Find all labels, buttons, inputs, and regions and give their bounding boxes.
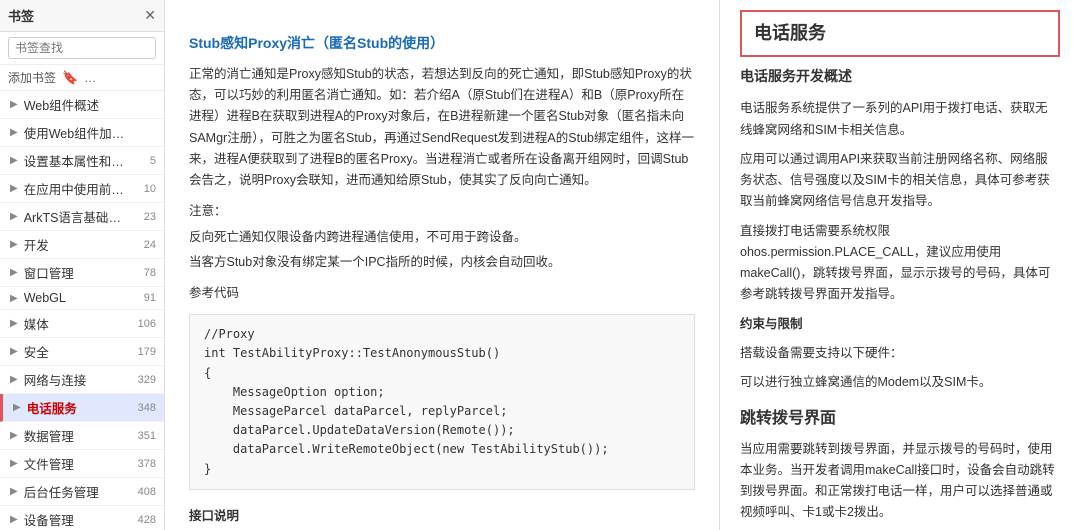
sidebar-item-arkts-base[interactable]: ▶ ArkTS语言基础类库概述23 — [0, 203, 164, 231]
sidebar-item-count: 179 — [131, 346, 156, 358]
sidebar-item-file-mgmt[interactable]: ▶ 文件管理 378 — [0, 450, 164, 478]
sidebar-item-count: 408 — [131, 486, 156, 498]
right-constraint-title: 约束与限制 — [740, 314, 1060, 335]
right-sub-title: 电话服务开发概述 — [740, 65, 1060, 89]
sidebar-item-count: 106 — [131, 318, 156, 330]
note1: 反向死亡通知仅限设备内跨进程通信使用，不可用于跨设备。 — [189, 227, 695, 248]
sidebar-item-webgl[interactable]: ▶ WebGL 91 — [0, 287, 164, 310]
sidebar-nav: ▶ Web组件概述 ▶ 使用Web组件加载页面 ▶ 设置基本属性和事件5 ▶ 在应用中使用前端… — [0, 91, 164, 530]
sidebar-item-network[interactable]: ▶ 网络与连接 329 — [0, 366, 164, 394]
chevron-right-icon: ▶ — [10, 486, 18, 497]
chevron-right-icon: ▶ — [10, 346, 18, 357]
sidebar-item-count: 24 — [131, 239, 156, 251]
sidebar-item-data-mgmt[interactable]: ▶ 数据管理 351 — [0, 422, 164, 450]
sidebar-item-label: ArkTS语言基础类库概述 — [24, 207, 131, 226]
note-block: 注意： 反向死亡通知仅限设备内跨进程通信使用，不可用于跨设备。 当客方Stub对… — [189, 201, 695, 273]
right-para2: 应用可以通过调用API来获取当前注册网络名称、网络服务状态、信号强度以及SIM卡… — [740, 149, 1060, 213]
chevron-right-icon: ▶ — [10, 267, 18, 278]
right-para1: 电话服务系统提供了一系列的API用于拨打电话、获取无线蜂窝网络和SIM卡相关信息… — [740, 98, 1060, 141]
sidebar-item-label: 开发 — [24, 235, 49, 254]
sidebar-item-count: 329 — [131, 374, 156, 386]
sidebar-item-count: 348 — [131, 402, 156, 414]
chevron-right-icon: ▶ — [10, 458, 18, 469]
right-main-title: 电话服务 — [754, 18, 1046, 49]
right-jump-para: 当应用需要跳转到拨号界面，并显示拨号的号码时，使用本业务。当开发者调用makeC… — [740, 439, 1060, 524]
bookmark-icon: 🔖 — [62, 70, 78, 86]
sidebar-item-js-in-app[interactable]: ▶ 在应用中使用前端页面JavaSci10 — [0, 175, 164, 203]
right-constraint-detail: 可以进行独立蜂窝通信的Modem以及SIM卡。 — [740, 372, 1060, 393]
sidebar-item-count: 378 — [131, 458, 156, 470]
chevron-right-icon: ▶ — [10, 183, 18, 194]
right-constraint-text: 搭载设备需要支持以下硬件： — [740, 343, 1060, 364]
sidebar-item-web-components[interactable]: ▶ Web组件概述 — [0, 91, 164, 119]
center-heading1: Stub感知Proxy消亡（匿名Stub的使用） — [189, 32, 695, 56]
sidebar-item-basic-events[interactable]: ▶ 设置基本属性和事件5 — [0, 147, 164, 175]
note2: 当客方Stub对象没有绑定某一个IPC指所的时候，内核会自动回收。 — [189, 252, 695, 273]
sidebar-item-web-load[interactable]: ▶ 使用Web组件加载页面 — [0, 119, 164, 147]
sidebar-item-label: 设置基本属性和事件 — [24, 151, 131, 170]
ref-label: 参考代码 — [189, 283, 695, 304]
sidebar-header: 书签 ✕ — [0, 0, 164, 32]
center-panel: Stub感知Proxy消亡（匿名Stub的使用） 正常的消亡通知是Proxy感知… — [165, 0, 720, 530]
chevron-right-icon: ▶ — [10, 155, 18, 166]
sidebar-item-media[interactable]: ▶ 媒体 106 — [0, 310, 164, 338]
chevron-right-icon: ▶ — [10, 293, 18, 304]
sidebar-actions: 添加书签 🔖 … — [0, 65, 164, 91]
sidebar-item-label: 使用Web组件加载页面 — [24, 123, 131, 142]
sidebar-item-count: 23 — [131, 211, 156, 223]
sidebar-header-icons: ✕ — [144, 7, 156, 24]
sidebar: 书签 ✕ 添加书签 🔖 … ▶ Web组件概述 ▶ 使用Web组件加载页面 ▶ 设置基本属… — [0, 0, 165, 530]
note-label: 注意： — [189, 201, 695, 222]
sidebar-item-label: 安全 — [24, 342, 49, 361]
sidebar-item-label: Web组件概述 — [24, 95, 99, 114]
sidebar-item-security[interactable]: ▶ 安全 179 — [0, 338, 164, 366]
close-icon[interactable]: ✕ — [144, 7, 156, 24]
right-panel-title-box: 电话服务 — [740, 10, 1060, 57]
sidebar-item-count: 5 — [131, 155, 156, 167]
sidebar-item-label: 窗口管理 — [24, 263, 74, 282]
sidebar-item-count: 351 — [131, 430, 156, 442]
red-arrow-icon: → — [167, 523, 189, 530]
sidebar-title: 书签 — [8, 6, 34, 25]
sidebar-item-label: WebGL — [24, 291, 66, 305]
right-jump-title: 跳转拨号界面 — [740, 405, 1060, 432]
more-icon[interactable]: … — [84, 71, 96, 85]
sidebar-search-area — [0, 32, 164, 65]
chevron-right-icon: ▶ — [13, 402, 21, 413]
chevron-right-icon: ▶ — [10, 374, 18, 385]
sidebar-item-count: 78 — [131, 267, 156, 279]
add-bookmark-button[interactable]: 添加书签 — [8, 69, 56, 86]
sidebar-item-label: 在应用中使用前端页面JavaSci — [24, 179, 131, 198]
sidebar-item-window[interactable]: ▶ 窗口管理 78 — [0, 259, 164, 287]
api-section: → 接口说明 call模块为开发者提供呼叫管理功能，observer模块为开发者… — [189, 506, 695, 530]
search-input[interactable] — [8, 37, 156, 59]
code-block: //Proxy int TestAbilityProxy::TestAnonym… — [189, 314, 695, 490]
center-para1: 正常的消亡通知是Proxy感知Stub的状态，若想达到反向的死亡通知，即Stub… — [189, 64, 695, 192]
chevron-right-icon: ▶ — [10, 99, 18, 110]
sidebar-item-label: 数据管理 — [24, 426, 74, 445]
sidebar-item-count: 428 — [131, 514, 156, 526]
sidebar-item-label: 文件管理 — [24, 454, 74, 473]
right-para3: 直接拨打电话需要系统权限ohos.permission.PLACE_CALL，建… — [740, 221, 1060, 306]
chevron-right-icon: ▶ — [10, 514, 18, 525]
right-panel: 电话服务 电话服务开发概述 电话服务系统提供了一系列的API用于拨打电话、获取无… — [720, 0, 1080, 530]
chevron-right-icon: ▶ — [10, 430, 18, 441]
sidebar-item-tel-service[interactable]: ▶ 电话服务 348 — [0, 394, 164, 422]
sidebar-item-count: 91 — [131, 292, 156, 304]
sidebar-item-label: 设备管理 — [24, 510, 74, 529]
sidebar-item-count: 10 — [131, 183, 156, 195]
sidebar-item-label: 后台任务管理 — [24, 482, 99, 501]
sidebar-item-task-mgmt[interactable]: ▶ 后台任务管理 408 — [0, 478, 164, 506]
chevron-right-icon: ▶ — [10, 211, 18, 222]
sidebar-item-label: 媒体 — [24, 314, 49, 333]
sidebar-item-label: 电话服务 — [27, 398, 77, 417]
sidebar-item-label: 网络与连接 — [24, 370, 87, 389]
chevron-right-icon: ▶ — [10, 318, 18, 329]
api-desc-label: 接口说明 — [189, 506, 695, 527]
chevron-right-icon: ▶ — [10, 239, 18, 250]
main-area: Stub感知Proxy消亡（匿名Stub的使用） 正常的消亡通知是Proxy感知… — [165, 0, 1080, 530]
chevron-right-icon: ▶ — [10, 127, 18, 138]
sidebar-item-dev[interactable]: ▶ 开发 24 — [0, 231, 164, 259]
sidebar-item-device-mgmt[interactable]: ▶ 设备管理 428 — [0, 506, 164, 530]
